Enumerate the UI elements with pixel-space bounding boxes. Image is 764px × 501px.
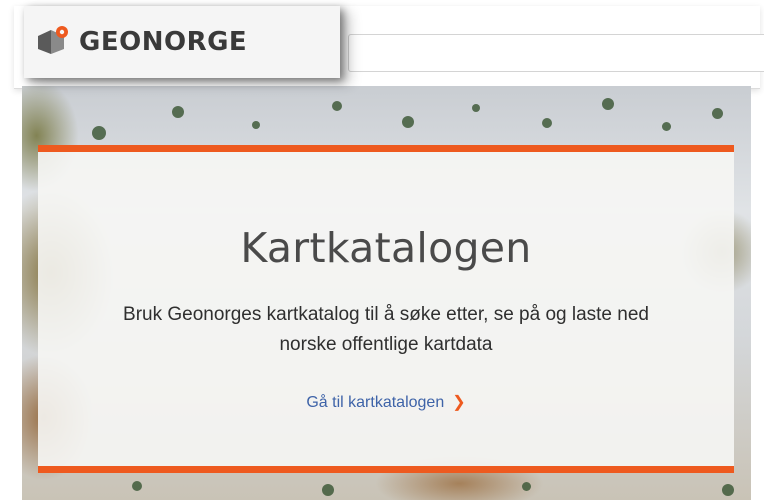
chevron-right-icon: ❯ — [452, 394, 466, 411]
geonorge-logo-icon — [38, 26, 68, 54]
hero-panel: Kartkatalogen Bruk Geonorges kartkatalog… — [38, 145, 734, 473]
site-logo[interactable]: GEONORGE — [24, 6, 340, 78]
page: GEONORGE Kartkatalogen Bruk Geonorges ka… — [0, 0, 764, 501]
logo-text: GEONORGE — [79, 27, 248, 57]
page-title: Kartkatalogen — [240, 224, 532, 272]
go-to-catalog-link[interactable]: Gå til kartkatalogen ❯ — [38, 392, 734, 412]
search-input[interactable] — [348, 34, 764, 72]
hero-description: Bruk Geonorges kartkatalog til å søke et… — [123, 304, 649, 355]
cta-label: Gå til kartkatalogen — [306, 394, 445, 411]
